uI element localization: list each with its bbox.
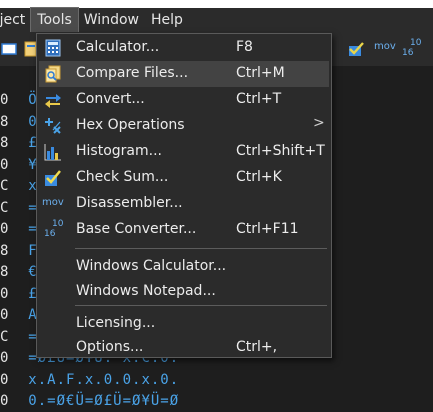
menu-item-label: Convert...	[76, 91, 145, 107]
hex-row-gap	[9, 372, 28, 388]
menu-tools[interactable]: Tools	[30, 7, 79, 33]
toolbar-base-top: 10	[410, 38, 422, 48]
hex-operations-icon	[45, 118, 61, 134]
menu-item-shortcut: Ctrl+Shift+T	[236, 143, 325, 159]
window-top-strip	[0, 0, 433, 8]
hex-row-gap	[9, 264, 28, 280]
disassembler-icon: mov	[42, 197, 64, 208]
menu-help[interactable]: Help	[145, 8, 189, 32]
menu-item-calculator[interactable]: Calculator... F8	[39, 35, 329, 61]
hex-row-gap	[9, 92, 28, 108]
toolbar-checksum-icon[interactable]	[347, 40, 365, 58]
hex-row-gap	[9, 243, 28, 259]
menu-item-label: Disassembler...	[76, 195, 183, 211]
hex-row-gap	[9, 286, 28, 302]
hex-row-text: x.A.F.x.0.0.x.0.	[28, 371, 180, 388]
menu-item-options[interactable]: Options... Ctrl+,	[39, 335, 329, 361]
hex-row-gap	[9, 178, 28, 194]
menu-item-label: Hex Operations	[76, 117, 185, 133]
menu-item-shortcut: F8	[236, 39, 253, 55]
menu-item-shortcut: Ctrl+K	[236, 169, 282, 185]
hex-row-gap	[9, 114, 28, 130]
calculator-icon	[45, 39, 61, 57]
menu-item-label: Base Converter...	[76, 221, 197, 237]
menu-item-histogram[interactable]: Histogram... Ctrl+Shift+T	[39, 139, 329, 165]
menu-item-disassembler[interactable]: mov Disassembler...	[39, 191, 329, 217]
hex-row-gap	[9, 307, 28, 323]
menu-item-base-converter[interactable]: 10 16 Base Converter... Ctrl+F11	[39, 217, 329, 243]
hex-row-gap	[9, 200, 28, 216]
hex-row-gap	[9, 221, 28, 237]
menu-item-shortcut: Ctrl+T	[236, 91, 282, 107]
compare-files-icon	[45, 65, 61, 83]
menu-item-windows-calculator[interactable]: Windows Calculator...	[39, 254, 329, 280]
menu-item-licensing[interactable]: Licensing...	[39, 311, 329, 337]
menu-window[interactable]: Window	[78, 8, 145, 32]
toolbar-disassembler-icon[interactable]: mov	[374, 41, 396, 52]
hex-row[interactable]: 0 0.=Ø€Ü=Ø£Ü=Ø¥Ü=Ø	[0, 393, 179, 409]
hex-row-gap	[9, 393, 28, 409]
menu-item-shortcut: Ctrl+F11	[236, 221, 299, 237]
base-converter-icon: 10 16	[44, 219, 66, 241]
menu-bar: oject Tools Window Help	[0, 7, 433, 33]
submenu-chevron-icon: >	[313, 115, 325, 131]
menu-separator	[75, 248, 327, 249]
menu-item-shortcut: Ctrl+,	[236, 339, 278, 355]
base-converter-bottom-label: 16	[44, 229, 56, 239]
checksum-icon	[45, 170, 61, 186]
toolbar-base-converter-icon[interactable]: 10 16	[402, 38, 424, 60]
toolbar-base-bottom: 16	[402, 48, 414, 58]
tools-dropdown-menu: Calculator... F8 Compare Files... Ctrl+M…	[36, 33, 332, 358]
hex-row-gap	[9, 350, 28, 366]
menu-item-label: Compare Files...	[76, 65, 189, 81]
menu-item-windows-notepad[interactable]: Windows Notepad...	[39, 279, 329, 305]
menu-item-label: Windows Calculator...	[76, 258, 227, 274]
menu-project[interactable]: oject	[0, 8, 31, 32]
menu-item-hex-operations[interactable]: Hex Operations >	[39, 113, 329, 139]
menu-item-label: Histogram...	[76, 143, 162, 159]
base-converter-top-label: 10	[52, 219, 64, 229]
hex-row-gap	[9, 157, 28, 173]
hex-row-gap	[9, 329, 28, 345]
convert-icon	[45, 94, 61, 108]
menu-separator	[75, 305, 327, 306]
menu-item-check-sum[interactable]: Check Sum... Ctrl+K	[39, 165, 329, 191]
hex-row[interactable]: 0 x.A.F.x.0.0.x.0.	[0, 372, 179, 388]
menu-item-compare-files[interactable]: Compare Files... Ctrl+M	[39, 61, 329, 87]
toolbar-open-icon[interactable]	[0, 40, 18, 58]
histogram-icon	[44, 144, 61, 161]
hex-row-gap	[9, 135, 28, 151]
menu-item-shortcut: Ctrl+M	[236, 65, 285, 81]
menu-item-label: Options...	[76, 339, 144, 355]
menu-item-convert[interactable]: Convert... Ctrl+T	[39, 87, 329, 113]
hex-row-text: 0.=Ø€Ü=Ø£Ü=Ø¥Ü=Ø	[28, 393, 180, 409]
menu-item-label: Check Sum...	[76, 169, 169, 185]
menu-item-label: Calculator...	[76, 39, 160, 55]
menu-item-label: Licensing...	[76, 315, 156, 331]
menu-item-label: Windows Notepad...	[76, 283, 216, 299]
